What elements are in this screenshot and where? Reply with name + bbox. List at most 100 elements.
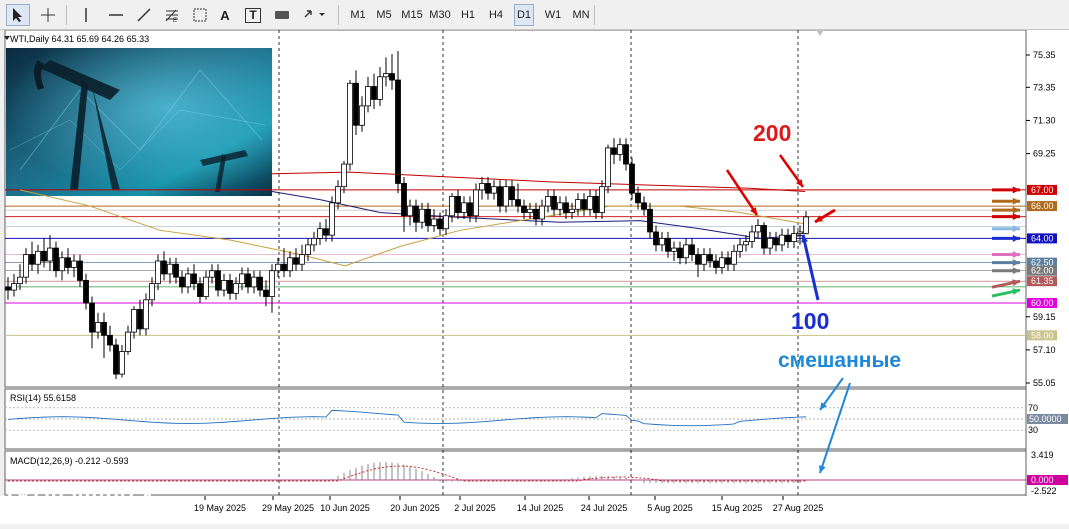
cursor-tool-icon[interactable]	[6, 4, 30, 26]
candle-body	[239, 273, 245, 285]
candle-body	[251, 276, 257, 288]
candle-body	[95, 322, 101, 333]
candle-body	[119, 351, 125, 375]
timeframe-h1-button[interactable]: H1	[458, 4, 478, 26]
candle-body	[557, 202, 563, 210]
timeframe-h4-button[interactable]: H4	[486, 4, 506, 26]
candle-body	[53, 247, 59, 272]
price-tick-label: 71.30	[1033, 115, 1056, 125]
vertical-line-tool-icon[interactable]	[74, 4, 98, 26]
macd-panel	[4, 450, 1027, 496]
level-price-label: 61.35	[1031, 276, 1054, 286]
candle-body	[581, 199, 587, 210]
candle-body	[137, 309, 143, 330]
candle-body	[683, 244, 689, 259]
candle-body	[521, 205, 527, 213]
candle-body	[179, 276, 185, 288]
date-tick-label: 15 Aug 2025	[712, 503, 763, 513]
chart-area[interactable]: 70 30 50.0000 3.419 -2.522 0.000 75.35 73.35 71…	[0, 29, 1069, 524]
candle-body	[551, 195, 557, 210]
crosshair-tool-icon[interactable]	[36, 4, 60, 26]
horizontal-line-tool-icon[interactable]	[104, 4, 128, 26]
candle-body	[485, 183, 491, 194]
candle-body	[563, 202, 569, 213]
candle-body	[527, 208, 533, 213]
candle-body	[227, 279, 233, 294]
candle-body	[65, 257, 71, 268]
timeframe-m5-button[interactable]: M5	[374, 4, 394, 26]
trendline-tool-icon[interactable]	[132, 4, 156, 26]
candle-body	[509, 186, 515, 201]
candle-body	[359, 105, 365, 126]
candle-body	[401, 183, 407, 217]
timeframe-d1-button[interactable]: D1	[514, 4, 534, 26]
candle-body	[665, 237, 671, 252]
fibonacci-tool-icon[interactable]: E	[160, 4, 184, 26]
candle-body	[173, 263, 179, 278]
candle-body	[311, 237, 317, 246]
candle-body	[347, 82, 353, 165]
candle-body	[305, 244, 311, 255]
candle-body	[641, 202, 647, 210]
candle-body	[257, 276, 263, 291]
candle-body	[101, 322, 107, 336]
candle-body	[395, 79, 401, 184]
logo-tagline: Instant Forex Trading	[44, 503, 148, 515]
candle-body	[461, 202, 467, 213]
timeframe-m15-button[interactable]: M15	[400, 4, 424, 26]
text-tool-icon[interactable]: A	[214, 4, 236, 26]
price-tick-label: 73.35	[1033, 82, 1056, 92]
candle-body	[785, 234, 791, 243]
candle-body	[425, 208, 431, 226]
candle-body	[695, 254, 701, 265]
macd-tick-label: 3.419	[1031, 450, 1054, 460]
candle-body	[467, 202, 473, 217]
candle-body	[377, 76, 383, 100]
candle-body	[41, 250, 47, 262]
candle-body	[713, 260, 719, 268]
candle-body	[689, 244, 695, 255]
candle-body	[677, 247, 683, 259]
candle-body	[353, 82, 359, 126]
candle-body	[725, 257, 731, 265]
candle-body	[503, 186, 509, 207]
candle-body	[731, 250, 737, 265]
channel-tool-icon[interactable]	[188, 4, 212, 26]
timeframe-w1-button[interactable]: W1	[542, 4, 564, 26]
candle-body	[617, 144, 623, 155]
candle-body	[383, 73, 389, 78]
timeframe-mn-button[interactable]: MN	[570, 4, 592, 26]
candle-body	[755, 225, 761, 233]
arrows-tool-icon[interactable]	[300, 4, 330, 26]
candle-body	[767, 237, 773, 249]
rectangle-tool-icon[interactable]	[270, 4, 294, 26]
candle-body	[515, 199, 521, 207]
candle-body	[701, 254, 707, 265]
candle-body	[707, 254, 713, 262]
candle-body	[77, 260, 83, 281]
candle-body	[455, 195, 461, 213]
svg-text:E: E	[173, 18, 177, 23]
candle-body	[11, 283, 17, 291]
candle-body	[113, 344, 119, 375]
candle-body	[149, 283, 155, 301]
candle-body	[221, 279, 227, 291]
timeframe-m30-button[interactable]: M30	[428, 4, 452, 26]
candle-body	[569, 208, 575, 213]
candle-body	[185, 273, 191, 288]
rsi-tick-label: 70	[1028, 403, 1038, 413]
candle-body	[269, 270, 275, 297]
candle-body	[473, 189, 479, 217]
logo-name: instaforex	[44, 479, 155, 504]
candle-body	[719, 257, 725, 268]
candle-body	[161, 260, 167, 275]
candle-body	[335, 186, 341, 204]
price-tick-label: 59.15	[1033, 312, 1056, 322]
instaforex-logo: instaforex Instant Forex Trading	[8, 481, 154, 515]
candle-body	[635, 192, 641, 204]
timeframe-m1-button[interactable]: M1	[348, 4, 368, 26]
text-label-tool-icon[interactable]: T	[242, 4, 264, 26]
toolbar: E A T M1 M5 M15 M30 H1 H4 D1 W1 MN	[0, 0, 1069, 30]
candle-body	[545, 195, 551, 207]
level-price-label: 64.00	[1031, 233, 1054, 243]
